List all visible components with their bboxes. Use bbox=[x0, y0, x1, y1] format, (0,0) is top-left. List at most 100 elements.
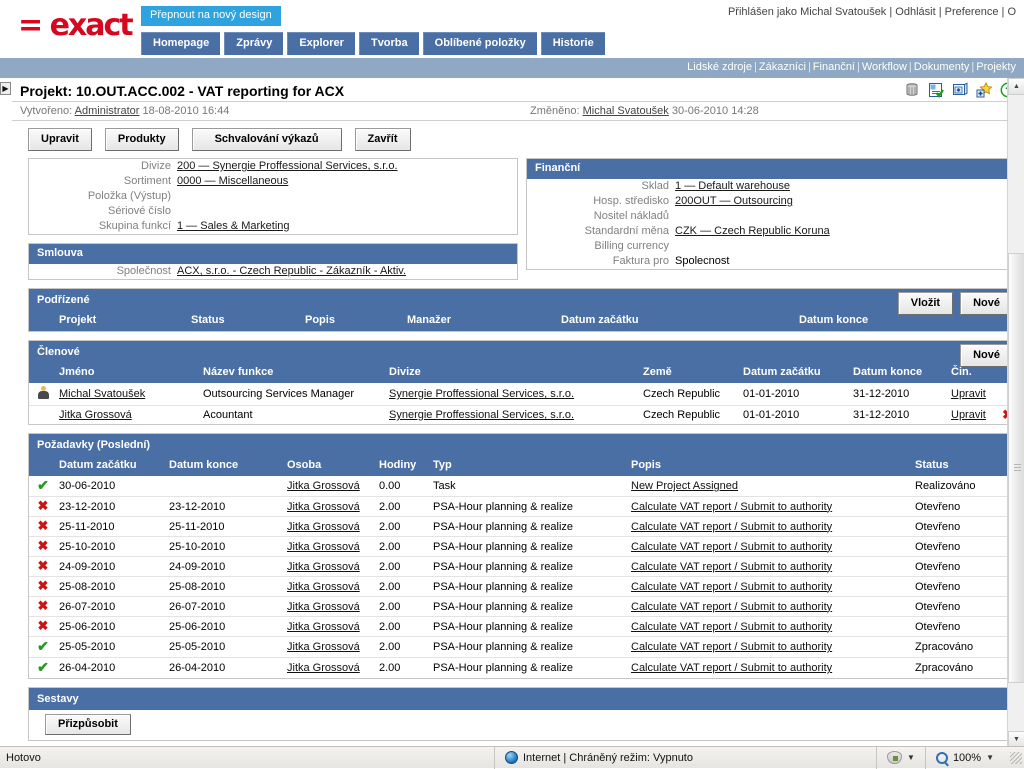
standardni-mena-link[interactable]: CZK — Czech Republic Koruna bbox=[675, 225, 830, 237]
subnav-item-dokumenty[interactable]: Dokumenty bbox=[914, 61, 970, 73]
table-row[interactable]: ✖23-12-201023-12-2010Jitka Grossová2.00P… bbox=[29, 497, 1019, 517]
changed-by-link[interactable]: Michal Svatoušek bbox=[583, 105, 669, 117]
request-description-link[interactable]: Calculate VAT report / Submit to authori… bbox=[631, 601, 832, 613]
subnav-item-lidske-zdroje[interactable]: Lidské zdroje bbox=[687, 61, 752, 73]
table-row[interactable]: ✖25-06-201025-06-2010Jitka Grossová2.00P… bbox=[29, 617, 1019, 637]
request-description-link[interactable]: Calculate VAT report / Submit to authori… bbox=[631, 561, 832, 573]
table-row[interactable]: ✔25-05-201025-05-2010Jitka Grossová2.00P… bbox=[29, 637, 1019, 658]
table-row[interactable]: ✖26-07-201026-07-2010Jitka Grossová2.00P… bbox=[29, 597, 1019, 617]
created-by-link[interactable]: Administrator bbox=[75, 105, 140, 117]
privacy-shield-button[interactable]: ▼ bbox=[876, 747, 925, 769]
check-icon: ✔ bbox=[29, 658, 55, 679]
preference-link[interactable]: Preference bbox=[945, 6, 999, 18]
created-date: 18-08-2010 16:44 bbox=[143, 105, 230, 117]
tab-oblibene-polozky[interactable]: Oblíbené položky bbox=[423, 32, 537, 55]
scroll-up-button[interactable]: ▲ bbox=[1008, 78, 1024, 95]
logout-link[interactable]: Odhlásit bbox=[895, 6, 935, 18]
vlozit-button[interactable]: Vložit bbox=[898, 292, 953, 315]
request-person-link[interactable]: Jitka Grossová bbox=[287, 621, 360, 633]
request-person-link[interactable]: Jitka Grossová bbox=[287, 601, 360, 613]
member-name-link[interactable]: Jitka Grossová bbox=[59, 409, 132, 421]
member-division-link[interactable]: Synergie Proffessional Services, s.r.o. bbox=[389, 409, 574, 421]
chevron-down-icon[interactable]: ▼ bbox=[986, 747, 994, 769]
zavrit-button[interactable]: Zavřít bbox=[355, 128, 411, 151]
skupina-funkci-link[interactable]: 1 — Sales & Marketing bbox=[177, 220, 290, 232]
divize-link[interactable]: 200 — Synergie Proffessional Services, s… bbox=[177, 160, 398, 172]
exact-logo: = exact bbox=[18, 8, 132, 43]
request-description-link[interactable]: Calculate VAT report / Submit to authori… bbox=[631, 521, 832, 533]
about-link[interactable]: O bbox=[1007, 6, 1016, 18]
request-person-link[interactable]: Jitka Grossová bbox=[287, 641, 360, 653]
security-zone-indicator[interactable]: Internet | Chráněný režim: Vypnuto bbox=[494, 747, 703, 769]
request-person-link[interactable]: Jitka Grossová bbox=[287, 581, 360, 593]
checklist-document-icon[interactable] bbox=[928, 82, 944, 98]
contract-panel-title: Smlouva bbox=[29, 244, 517, 264]
subnav-item-projekty[interactable]: Projekty bbox=[976, 61, 1016, 73]
field-row: Sériové číslo bbox=[29, 204, 517, 219]
request-description: Calculate VAT report / Submit to authori… bbox=[627, 577, 911, 597]
request-person-link[interactable]: Jitka Grossová bbox=[287, 521, 360, 533]
archive-icon[interactable] bbox=[904, 82, 920, 98]
table-row[interactable]: ✖25-11-201025-11-2010Jitka Grossová2.00P… bbox=[29, 517, 1019, 537]
nove-subordinate-button[interactable]: Nové bbox=[960, 292, 1013, 315]
add-favorite-icon[interactable] bbox=[976, 82, 992, 98]
subnav-item-financni[interactable]: Finanční bbox=[813, 61, 855, 73]
hosp-stredisko-link[interactable]: 200OUT — Outsourcing bbox=[675, 195, 793, 207]
subnav-item-zakaznici[interactable]: Zákazníci bbox=[759, 61, 806, 73]
cross-icon: ✖ bbox=[29, 517, 55, 537]
table-row[interactable]: ✔26-04-201026-04-2010Jitka Grossová2.00P… bbox=[29, 658, 1019, 679]
request-description-link[interactable]: Calculate VAT report / Submit to authori… bbox=[631, 501, 832, 513]
request-person-link[interactable]: Jitka Grossová bbox=[287, 561, 360, 573]
request-person-link[interactable]: Jitka Grossová bbox=[287, 662, 360, 674]
request-person-link[interactable]: Jitka Grossová bbox=[287, 541, 360, 553]
contract-fields: Společnost ACX, s.r.o. - Czech Republic … bbox=[29, 264, 517, 279]
table-row[interactable]: Michal Svatoušek Outsourcing Services Ma… bbox=[29, 383, 1019, 406]
subnav-item-workflow[interactable]: Workflow bbox=[862, 61, 907, 73]
produkty-button[interactable]: Produkty bbox=[105, 128, 179, 151]
field-label: Sériové číslo bbox=[29, 204, 177, 219]
prizpusobit-button[interactable]: Přizpůsobit bbox=[45, 714, 131, 735]
table-row[interactable]: Jitka Grossová Acountant Synergie Proffe… bbox=[29, 406, 1019, 425]
vertical-scrollbar[interactable]: ▲ ▼ bbox=[1007, 78, 1024, 748]
member-edit-link[interactable]: Upravit bbox=[951, 409, 986, 421]
request-description-link[interactable]: Calculate VAT report / Submit to authori… bbox=[631, 662, 832, 674]
spolecnost-link[interactable]: ACX, s.r.o. - Czech Republic - Zákazník … bbox=[177, 265, 406, 277]
sortiment-link[interactable]: 0000 — Miscellaneous bbox=[177, 175, 288, 187]
tab-historie[interactable]: Historie bbox=[541, 32, 605, 55]
scrollbar-thumb[interactable] bbox=[1008, 253, 1024, 683]
table-row[interactable]: ✖24-09-201024-09-2010Jitka Grossová2.00P… bbox=[29, 557, 1019, 577]
financial-panel-title: Finanční bbox=[527, 159, 1019, 179]
request-person-link[interactable]: Jitka Grossová bbox=[287, 501, 360, 513]
member-division-link[interactable]: Synergie Proffessional Services, s.r.o. bbox=[389, 388, 574, 400]
chevron-down-icon[interactable]: ▼ bbox=[907, 747, 915, 769]
expand-sidebar-button[interactable]: ▶ bbox=[0, 82, 11, 95]
tab-tvorba[interactable]: Tvorba bbox=[359, 32, 419, 55]
field-label: Položka (Výstup) bbox=[29, 189, 177, 204]
member-edit-link[interactable]: Upravit bbox=[951, 388, 986, 400]
zoom-control[interactable]: 100% ▼ bbox=[925, 747, 1004, 769]
request-description-link[interactable]: Calculate VAT report / Submit to authori… bbox=[631, 621, 832, 633]
tab-explorer[interactable]: Explorer bbox=[287, 32, 355, 55]
table-row[interactable]: ✖25-08-201025-08-2010Jitka Grossová2.00P… bbox=[29, 577, 1019, 597]
resize-grip-icon[interactable] bbox=[1010, 752, 1022, 764]
request-status: Otevřeno bbox=[911, 577, 1019, 597]
tab-homepage[interactable]: Homepage bbox=[141, 32, 220, 55]
member-name-link[interactable]: Michal Svatoušek bbox=[59, 388, 145, 400]
tab-zpravy[interactable]: Zprávy bbox=[224, 32, 283, 55]
request-description-link[interactable]: Calculate VAT report / Submit to authori… bbox=[631, 581, 832, 593]
switch-design-button[interactable]: Přepnout na nový design bbox=[141, 6, 281, 26]
upravit-button[interactable]: Upravit bbox=[28, 128, 92, 151]
sklad-link[interactable]: 1 — Default warehouse bbox=[675, 180, 790, 192]
request-description-link[interactable]: Calculate VAT report / Submit to authori… bbox=[631, 541, 832, 553]
table-row[interactable]: ✖25-10-201025-10-2010Jitka Grossová2.00P… bbox=[29, 537, 1019, 557]
col-popis: Popis bbox=[627, 456, 911, 476]
request-description-link[interactable]: Calculate VAT report / Submit to authori… bbox=[631, 641, 832, 653]
schvalovani-vykazu-button[interactable]: Schvalování výkazů bbox=[192, 128, 342, 151]
request-person-link[interactable]: Jitka Grossová bbox=[287, 480, 360, 492]
add-to-screen-icon[interactable] bbox=[952, 82, 968, 98]
request-hours: 0.00 bbox=[375, 476, 429, 497]
request-description-link[interactable]: New Project Assigned bbox=[631, 480, 738, 492]
field-label: Standardní měna bbox=[527, 224, 675, 239]
table-row[interactable]: ✔30-06-2010Jitka Grossová0.00TaskNew Pro… bbox=[29, 476, 1019, 497]
nove-member-button[interactable]: Nové bbox=[960, 344, 1013, 367]
